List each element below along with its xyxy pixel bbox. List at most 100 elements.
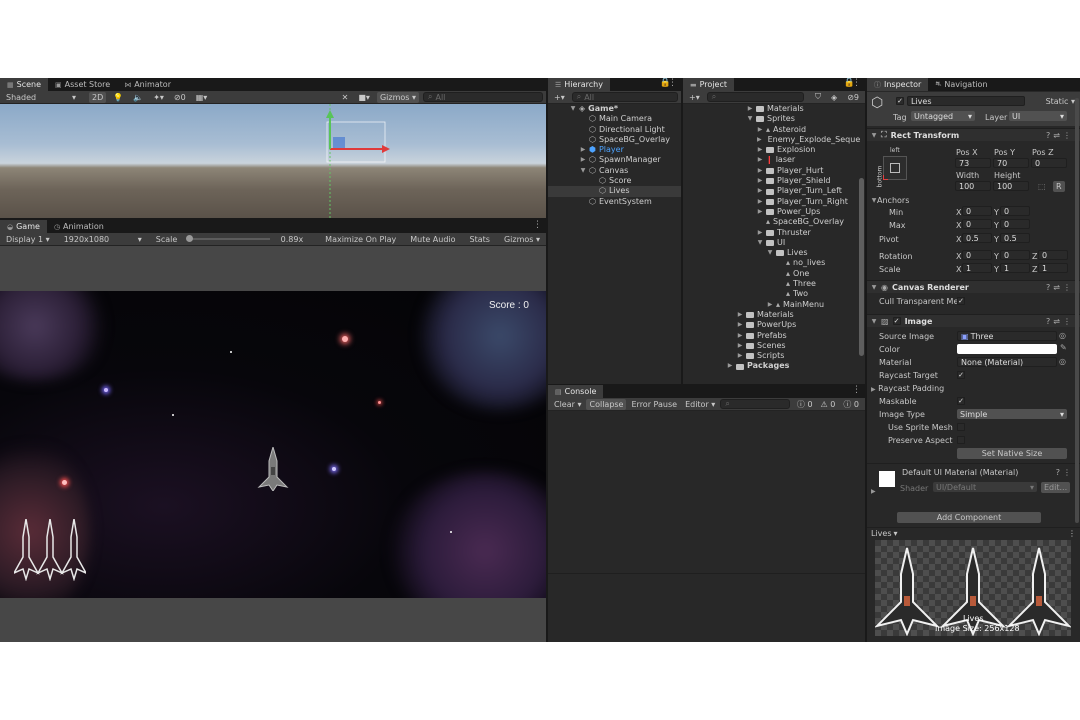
collapsed-arrow-icon[interactable]: ▶ — [767, 300, 773, 310]
scene-viewport[interactable] — [0, 104, 546, 218]
camera-dropdown-icon[interactable]: ■▾ — [355, 92, 373, 103]
object-picker-icon[interactable]: ◎ — [1059, 331, 1066, 340]
console-search-input[interactable]: ⌕ — [720, 399, 790, 409]
project-item[interactable]: ▶ Materials — [683, 310, 857, 320]
project-item[interactable]: ▶ Packages — [683, 361, 857, 371]
create-dropdown-button[interactable]: +▾ — [551, 92, 568, 103]
console-detail-area[interactable] — [548, 573, 865, 642]
project-item[interactable]: ▴ Two — [683, 289, 857, 299]
scale-slider-thumb[interactable] — [186, 235, 194, 242]
anchors-row[interactable]: ▼ Anchors — [867, 194, 1080, 206]
collapsed-arrow-icon[interactable]: ▶ — [747, 104, 753, 114]
project-scrollbar[interactable] — [859, 178, 864, 356]
project-item[interactable]: ▼ Sprites — [683, 114, 857, 124]
preserve-aspect-checkbox[interactable] — [957, 436, 965, 444]
y-arrow-icon[interactable] — [326, 110, 334, 118]
hierarchy-item[interactable]: ▼ ⬡ Canvas — [548, 166, 681, 176]
image-enabled-checkbox[interactable]: ✓ — [892, 317, 901, 325]
width-field[interactable]: 100 — [955, 181, 991, 191]
hierarchy-item[interactable]: ⬡ Lives — [548, 186, 681, 197]
collapsed-arrow-icon[interactable]: ▶ — [757, 145, 763, 155]
pivot-y-field[interactable]: 0.5 — [1000, 233, 1030, 243]
layer-dropdown[interactable]: UI ▾ — [1009, 111, 1067, 121]
more-options-icon[interactable]: ⋮ — [852, 78, 861, 88]
more-options-icon[interactable]: ⋮ — [852, 385, 861, 395]
project-item[interactable]: ▼ Lives — [683, 248, 857, 258]
material-menu-icons[interactable]: ?⋮ — [1056, 468, 1074, 477]
component-menu-icons[interactable]: ?⇌⋮ — [1046, 317, 1074, 326]
info-filter-toggle[interactable]: ⓘ 0 — [794, 399, 816, 410]
collapse-arrow-icon[interactable]: ▶ — [871, 488, 876, 495]
raycast-target-checkbox[interactable]: ✓ — [957, 371, 965, 379]
warning-filter-toggle[interactable]: ⚠ 0 — [818, 399, 839, 410]
component-menu-icons[interactable]: ?⇌⋮ — [1046, 283, 1074, 292]
scale-y-field[interactable]: 1 — [1000, 263, 1030, 273]
collapsed-arrow-icon[interactable]: ▶ — [737, 351, 743, 361]
resolution-dropdown[interactable]: 1920x1080 ▾ — [61, 234, 145, 245]
collapsed-arrow-icon[interactable]: ▶ — [757, 166, 763, 176]
tab-asset-store[interactable]: ▣ Asset Store — [48, 78, 117, 91]
editor-dropdown[interactable]: Editor ▾ — [682, 399, 718, 410]
anchor-max-y-field[interactable]: 0 — [1000, 219, 1030, 229]
material-field[interactable]: None (Material) — [957, 357, 1057, 367]
scale-x-field[interactable]: 1 — [962, 263, 992, 273]
hierarchy-item[interactable]: ⬡ Main Camera — [548, 114, 681, 124]
collapsed-arrow-icon[interactable]: ▶ — [757, 125, 763, 135]
project-item[interactable]: ▶ ❙ laser — [683, 155, 857, 165]
posy-field[interactable]: 70 — [993, 158, 1029, 168]
tools-icon[interactable]: ✕ — [339, 92, 352, 103]
shading-mode-dropdown[interactable]: Shaded ▾ — [3, 92, 79, 103]
project-item[interactable]: ▶ PowerUps — [683, 320, 857, 330]
collapsed-arrow-icon[interactable]: ▶ — [757, 135, 762, 145]
hierarchy-item[interactable]: ▼ ◈ Game* — [548, 104, 681, 114]
project-item[interactable]: ▴ One — [683, 269, 857, 279]
collapsed-arrow-icon[interactable]: ▶ — [757, 155, 763, 165]
canvas-renderer-header[interactable]: ▼ ◉ Canvas Renderer ?⇌⋮ — [867, 280, 1080, 293]
hidden-objects-button[interactable]: ⊘ 0 — [171, 92, 189, 103]
add-component-button[interactable]: Add Component — [897, 512, 1041, 523]
tab-hierarchy[interactable]: ☰ Hierarchy — [548, 78, 610, 91]
maximize-on-play-button[interactable]: Maximize On Play — [322, 234, 399, 245]
collapsed-arrow-icon[interactable]: ▶ — [727, 361, 733, 371]
edit-shader-button[interactable]: Edit... — [1041, 482, 1071, 493]
project-search-input[interactable]: ⌕ — [706, 92, 805, 102]
project-item[interactable]: ▶ Player_Shield — [683, 176, 857, 186]
filter-by-label-icon[interactable]: ◈ — [828, 92, 840, 103]
project-item[interactable]: ▶ Player_Hurt — [683, 166, 857, 176]
tab-project[interactable]: ▬ Project — [683, 78, 734, 91]
grid-toggle-icon[interactable]: ▦▾ — [193, 92, 211, 103]
project-item[interactable]: ▶ Enemy_Explode_Seque — [683, 135, 860, 145]
expanded-arrow-icon[interactable]: ▼ — [570, 104, 576, 114]
anchor-min-y-field[interactable]: 0 — [1000, 206, 1030, 216]
use-sprite-mesh-checkbox[interactable] — [957, 423, 965, 431]
posz-field[interactable]: 0 — [1031, 158, 1067, 168]
rotation-z-field[interactable]: 0 — [1038, 250, 1068, 260]
scale-z-field[interactable]: 1 — [1038, 263, 1068, 273]
image-component-header[interactable]: ▼ ▨ ✓ Image ?⇌⋮ — [867, 314, 1080, 327]
project-item[interactable]: ▶ Prefabs — [683, 331, 857, 341]
collapsed-arrow-icon[interactable]: ▶ — [757, 186, 763, 196]
collapsed-arrow-icon[interactable]: ▶ — [580, 145, 586, 155]
x-arrow-icon[interactable] — [382, 145, 390, 153]
tab-navigation[interactable]: ⛐ Navigation — [928, 78, 994, 91]
scene-search-input[interactable]: ⌕ All — [423, 92, 543, 102]
anchor-max-x-field[interactable]: 0 — [962, 219, 992, 229]
more-options-icon[interactable]: ⋮ — [668, 78, 677, 88]
rect-transform-header[interactable]: ▼ ⛶ Rect Transform ?⇌⋮ — [867, 128, 1080, 141]
posx-field[interactable]: 73 — [955, 158, 991, 168]
collapsed-arrow-icon[interactable]: ▶ — [737, 310, 743, 320]
raw-edit-button[interactable]: R — [1053, 181, 1065, 192]
create-asset-button[interactable]: +▾ — [686, 92, 703, 103]
project-item[interactable]: ▶ Scripts — [683, 351, 857, 361]
filter-by-type-icon[interactable]: ⛉ — [812, 92, 824, 103]
shader-dropdown[interactable]: UI/Default ▾ — [933, 482, 1037, 492]
project-item[interactable]: ▴ Three — [683, 279, 857, 289]
source-image-field[interactable]: ▣ Three — [957, 331, 1057, 341]
project-item[interactable]: ▶ Explosion — [683, 145, 857, 155]
collapse-toggle[interactable]: Collapse — [586, 398, 627, 410]
tab-animator[interactable]: ⋈ Animator — [117, 78, 178, 91]
stats-button[interactable]: Stats — [467, 234, 493, 245]
project-item[interactable]: ▶ Power_Ups — [683, 207, 857, 217]
collapsed-arrow-icon[interactable]: ▶ — [737, 320, 743, 330]
rotation-y-field[interactable]: 0 — [1000, 250, 1030, 260]
